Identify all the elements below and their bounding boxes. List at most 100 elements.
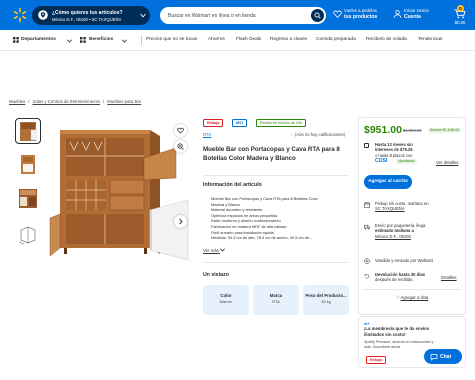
search-button[interactable] [311, 9, 324, 22]
nav-link-regreso[interactable]: Regreso a clases [270, 37, 307, 42]
store-prompt: ¿Cómo quieres tus artículos? [52, 10, 123, 16]
see-more-label: Ver más [203, 248, 219, 253]
spark-logo[interactable] [12, 7, 28, 23]
installments-line2: intereses de $79.25 [375, 147, 413, 153]
search-bar[interactable]: Buscar en Walmart en línea o en tienda [160, 7, 326, 24]
nav-link-ahorros[interactable]: Ahorros [208, 37, 225, 42]
nav-link-tendencias[interactable]: Tendencias [418, 37, 442, 42]
rating-label: (Aún no hay calificaciones) [294, 132, 345, 137]
department-nav: Departamentos Beneficios Precios que no … [0, 30, 475, 51]
thumbnail-4[interactable] [16, 222, 40, 246]
nav-link-precios[interactable]: Precios que no se tocan [146, 37, 197, 42]
membership-sub2: más. [364, 344, 372, 349]
nav-link-flash-deals[interactable]: Flash Deals [236, 37, 261, 42]
product-title: Mueble Bar con Portacopas y Cava RTA par… [203, 146, 340, 162]
chevron-right-icon [179, 218, 183, 225]
spark-icon [364, 258, 370, 264]
installments-line3: o hasta 8 plazos con [375, 152, 413, 158]
delivery-line2: estimado mañana a [375, 228, 414, 234]
chevron-down-icon [122, 39, 127, 43]
seller-info: Vendido y enviado por Walmart [375, 258, 455, 263]
original-price: $1,999.00 [403, 128, 422, 133]
divider [203, 175, 349, 176]
site-header: ¿Cómo quieres tus artículos? México D.F.… [0, 0, 475, 30]
reorder-link[interactable]: Vuelve a pedirlos tus productos [344, 8, 377, 20]
zoom-button[interactable] [174, 140, 187, 153]
membership-subtitle: Spotify Premium, ahorros en restaurantes… [364, 340, 460, 349]
returns-line2: después de recibido. [375, 277, 414, 283]
cosi-logo: COSI [375, 158, 388, 164]
bullet-item: Medidas: 94.9 cm de alto, 78.9 cm de anc… [211, 235, 347, 241]
nav-link-recibelo[interactable]: Recibelo de volada [366, 37, 407, 42]
pin-icon [38, 10, 48, 20]
nav-link-comida[interactable]: Comida preparada [316, 37, 356, 42]
rollback-badge: Rebaja [203, 119, 224, 127]
pickup-option[interactable]: Pickup sin costo, mañana en SC TAXQUEÑA [375, 201, 455, 212]
cosi-badge: ¡Aprobado! [396, 158, 417, 164]
spec-value: 35 kg [321, 299, 331, 304]
delivery-location-link[interactable]: México D.F., 06100 [375, 234, 411, 239]
card-icon [364, 143, 369, 148]
breadcrumb-bar[interactable]: Muebles para Bar [107, 99, 141, 104]
favorite-button[interactable] [174, 124, 187, 137]
delivery-badge: Recibe en menos de 24h [256, 119, 307, 127]
product-bullets: Mueble Bar con Portacopas y Cava RTA par… [207, 196, 347, 241]
rating-text[interactable]: ☆ (Aún no hay calificaciones) [290, 132, 345, 137]
store-icon [364, 202, 370, 208]
user-icon [393, 10, 402, 18]
heart-icon: ♡ [395, 295, 400, 300]
cart-amount: $0.00 [454, 20, 466, 25]
zoom-icon [177, 143, 184, 150]
add-to-list-label: Agregar a lista [400, 295, 429, 300]
installments-details-link[interactable]: Ver detalles [436, 160, 458, 165]
chat-button[interactable]: Chat [424, 349, 462, 364]
subscribe-link[interactable]: Suscríbete ahora [373, 345, 400, 349]
thumbnail-3[interactable] [16, 186, 40, 210]
see-more-link[interactable]: Ver más [203, 248, 225, 253]
seller-text: Vendido y enviado por Walmart [375, 258, 434, 263]
returns-info: Devolución hasta 30 días después de reci… [375, 272, 437, 283]
nav-divider [141, 36, 142, 45]
divider [362, 289, 462, 290]
membership-sub1: Spotify Premium, ahorros en restaurantes… [364, 340, 434, 344]
next-image-button[interactable] [174, 215, 187, 228]
delivery-line1: Envío por paquetería, llega [375, 223, 426, 228]
account-line1: Iniciar sesión [404, 8, 430, 13]
thumbnail-2[interactable] [16, 152, 40, 176]
add-to-cart-button[interactable]: Agregar al carrito [364, 175, 412, 189]
membership-title: ¡La membresía que te da envíos ilimitado… [364, 326, 430, 337]
chevron-down-icon [67, 39, 72, 43]
benefits-menu[interactable]: Beneficios [89, 37, 113, 42]
departments-menu[interactable]: Departamentos [21, 37, 56, 42]
spec-key: Color [220, 293, 232, 298]
returns-details-link[interactable]: Detalles [441, 275, 457, 280]
spec-value: Marrón [219, 299, 233, 304]
delivery-option[interactable]: Envío por paquetería, llega estimado mañ… [375, 223, 455, 239]
cart-button[interactable]: 0 $0.00 [449, 5, 471, 27]
spec-card-weight: Peso del Producto... 35 kg [303, 285, 349, 315]
store-selector[interactable]: ¿Cómo quieres tus artículos? México D.F.… [32, 6, 150, 25]
search-icon [314, 12, 321, 19]
search-input[interactable]: Buscar en Walmart en línea o en tienda [168, 13, 256, 19]
details-heading: Información del artículo [203, 182, 262, 188]
installments-info: Hasta 12 meses sin intereses de $79.25 o… [375, 142, 435, 158]
benefits-icon [80, 37, 86, 43]
chevron-down-icon [140, 13, 146, 18]
account-link[interactable]: Iniciar sesión Cuenta [404, 8, 429, 20]
chat-icon [430, 353, 438, 361]
heart-icon [177, 127, 184, 134]
chat-label: Chat [440, 353, 452, 360]
heart-icon [333, 10, 342, 18]
add-to-list-link[interactable]: ♡ Agregar a lista [364, 295, 460, 301]
brand-link[interactable]: RTA [203, 132, 211, 137]
pickup-store-link[interactable]: SC TAXQUEÑA [375, 206, 405, 211]
installments-line1: Hasta 12 meses sin [375, 142, 413, 147]
savings-badge: Ahorra $1,048.00 [428, 128, 462, 133]
pickup-line1: Pickup sin costo, mañana en [375, 201, 429, 206]
breadcrumb: Muebles / Salas y Centros de Entretenimien… [9, 99, 142, 104]
breadcrumb-salas[interactable]: Salas y Centros de Entretenimiento [32, 99, 100, 104]
thumbnail-1[interactable] [15, 118, 41, 144]
breadcrumb-muebles[interactable]: Muebles [9, 99, 25, 104]
returns-line1: Devolución hasta 30 días [375, 272, 426, 277]
account-line2: Cuenta [404, 14, 421, 20]
